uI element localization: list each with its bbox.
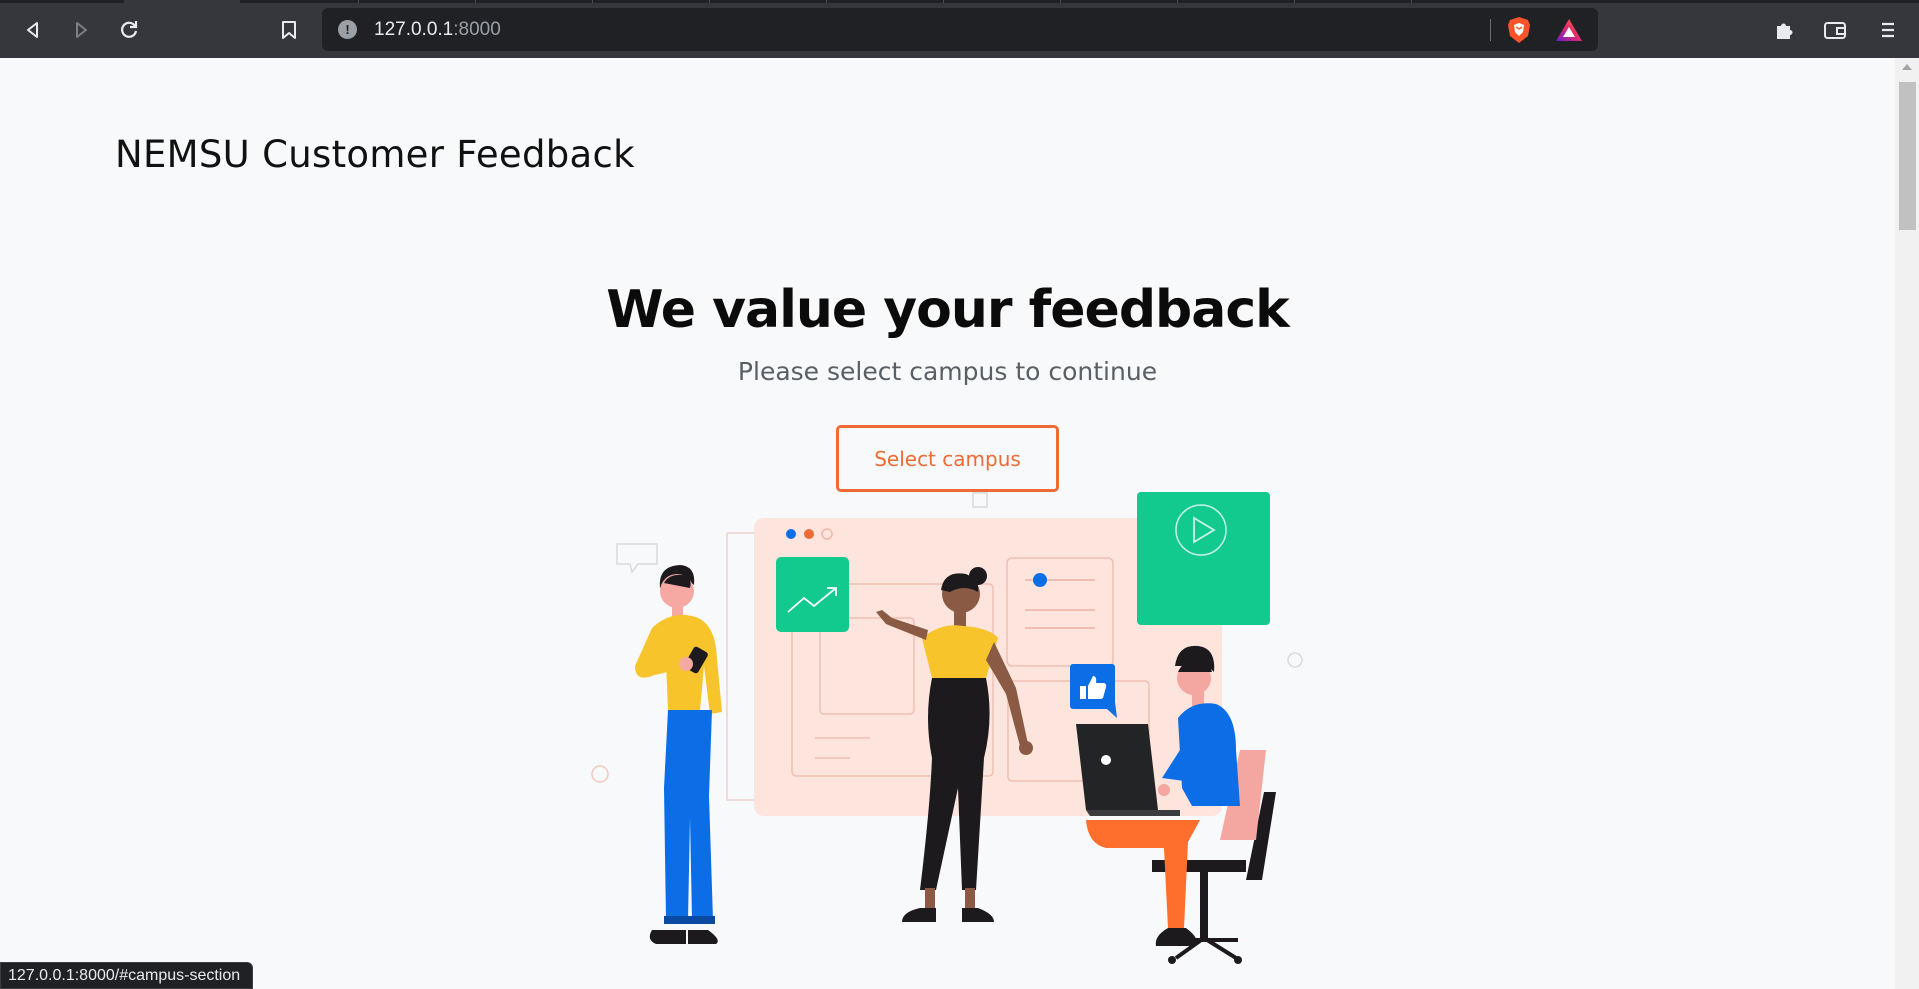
site-info-icon[interactable]: ! — [338, 20, 357, 39]
url-text[interactable]: 127.0.0.1:8000 — [374, 19, 501, 41]
menu-button[interactable] — [1872, 14, 1904, 46]
tab-strip — [0, 0, 1919, 3]
bookmark-icon — [282, 21, 296, 39]
forward-button[interactable] — [65, 14, 97, 46]
wallet-icon — [1824, 22, 1846, 39]
extensions-button[interactable] — [1768, 14, 1800, 46]
bookmark-button[interactable] — [273, 14, 305, 46]
browser-toolbar: ! 127.0.0.1:8000 — [0, 0, 1919, 58]
url-divider — [1490, 19, 1491, 41]
address-bar[interactable]: ! 127.0.0.1:8000 — [322, 8, 1598, 51]
brand-title[interactable]: NEMSU Customer Feedback — [115, 133, 635, 176]
active-tab-indicator — [124, 0, 240, 3]
scroll-thumb[interactable] — [1899, 82, 1916, 230]
page-viewport: NEMSU Customer Feedback We value your fe… — [0, 58, 1895, 989]
back-icon — [27, 22, 38, 38]
hero-subtitle: Please select campus to continue — [737, 357, 1158, 386]
wallet-button[interactable] — [1819, 14, 1851, 46]
brave-shield-icon[interactable] — [1506, 16, 1532, 44]
hero-title: We value your feedback — [606, 280, 1290, 340]
reload-icon — [121, 21, 138, 38]
link-status-bubble: 127.0.0.1:8000/#campus-section — [0, 962, 254, 989]
back-button[interactable] — [17, 14, 49, 46]
feedback-team-illustration — [591, 492, 1303, 964]
scroll-up-arrow-icon[interactable] — [1902, 64, 1912, 70]
man-with-phone — [635, 565, 722, 944]
page-scrollbar[interactable] — [1895, 58, 1919, 989]
forward-icon — [76, 22, 87, 38]
reload-button[interactable] — [113, 14, 145, 46]
brave-rewards-icon[interactable] — [1555, 17, 1583, 43]
select-campus-button[interactable]: Select campus — [836, 425, 1059, 492]
extensions-icon — [1777, 23, 1793, 39]
menu-icon — [1882, 22, 1894, 38]
